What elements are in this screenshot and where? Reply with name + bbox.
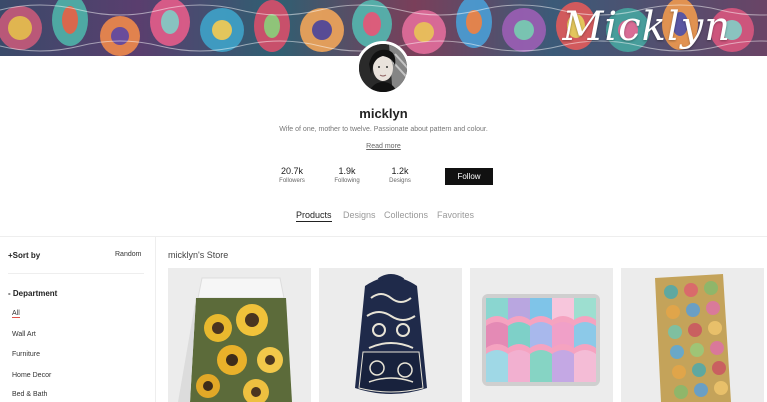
sidebar-divider (155, 237, 156, 402)
stat-followers[interactable]: 20.7k Followers (267, 166, 317, 184)
profile-bio: Wife of one, mother to twelve. Passionat… (279, 126, 488, 133)
profile-tabs: Products Designs Collections Favorites (0, 210, 767, 224)
stat-label: Followers (279, 178, 305, 184)
department-item-all[interactable]: All (12, 310, 20, 318)
department-toggle[interactable]: - Department (8, 289, 57, 298)
profile-page: Micklyn micklyn Wife of one, mother to t… (0, 0, 767, 402)
stat-value: 1.2k (391, 166, 409, 176)
sidebar-separator (8, 273, 144, 274)
department-item-furniture[interactable]: Furniture (12, 351, 40, 358)
section-divider (0, 236, 767, 237)
read-more-container: Read more (0, 143, 767, 150)
tab-favorites[interactable]: Favorites (437, 210, 474, 220)
phone-case-image-icon (621, 268, 764, 402)
store-title: micklyn's Store (168, 250, 229, 260)
duvet-cover-image-icon (168, 268, 311, 402)
stat-value: 1.9k (338, 166, 356, 176)
department-item-bed-bath[interactable]: Bed & Bath (12, 391, 47, 398)
follow-button[interactable]: Follow (445, 168, 493, 185)
stat-label: Following (334, 178, 360, 184)
stat-value: 20.7k (280, 166, 304, 176)
product-card-laptop-skin[interactable] (470, 268, 613, 402)
stat-following[interactable]: 1.9k Following (322, 166, 372, 184)
tab-designs[interactable]: Designs (343, 210, 376, 220)
profile-username: micklyn (359, 106, 408, 121)
sort-value[interactable]: Random (115, 251, 141, 258)
department-item-wall-art[interactable]: Wall Art (12, 331, 36, 338)
read-more-link[interactable]: Read more (366, 143, 401, 150)
stat-designs[interactable]: 1.2k Designs (375, 166, 425, 184)
sort-by-toggle[interactable]: +Sort by (8, 251, 40, 260)
department-item-home-decor[interactable]: Home Decor (12, 372, 51, 379)
product-card-phone-case[interactable] (621, 268, 764, 402)
banner-logo: Micklyn (562, 4, 731, 50)
avatar[interactable] (356, 41, 410, 95)
profile-photo-icon (359, 44, 407, 92)
laptop-skin-image-icon (470, 268, 613, 402)
backpack-image-icon (319, 268, 462, 402)
product-card-backpack[interactable] (319, 268, 462, 402)
tab-collections[interactable]: Collections (384, 210, 428, 220)
tab-products[interactable]: Products (296, 210, 332, 222)
stat-label: Designs (389, 178, 411, 184)
product-card-duvet-cover[interactable] (168, 268, 311, 402)
